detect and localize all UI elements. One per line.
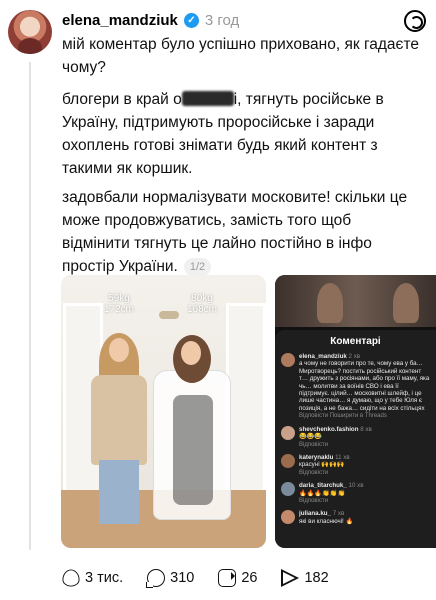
comment-item: daria_titarchuk_ 10 хв 🔥🔥🔥👏👏👏 Відповісти [281, 482, 430, 505]
comment-icon [146, 569, 166, 588]
comments-title: Коментарі [330, 336, 381, 347]
thread-post: elena_mandziuk ✓ 3 год мій коментар було… [0, 0, 436, 600]
avatar[interactable] [8, 10, 52, 54]
like-count: 3 тис. [85, 570, 124, 586]
panel-photo-strip [275, 275, 436, 327]
verified-icon: ✓ [183, 12, 199, 28]
overlay-label-left: 59kg 172cm [104, 293, 135, 315]
repost-count: 26 [241, 570, 258, 586]
comment-button[interactable]: 310 [146, 569, 195, 588]
post-text-paragraph-1: мій коментар було успішно приховано, як … [62, 36, 419, 76]
overlay-label-right: 80kg 168cm [187, 293, 218, 315]
avatar [281, 353, 295, 367]
ceiling-lamp [159, 311, 179, 319]
post-text-paragraph-2: блогери в край о і, тягнуть російське в У… [62, 91, 384, 177]
repost-icon [218, 569, 237, 587]
page-indicator: 1/2 [183, 258, 212, 276]
door [226, 303, 266, 513]
post-text-paragraph-3: задовбали нормалізувати московите! скіль… [62, 189, 408, 276]
post-header: elena_mandziuk ✓ 3 год [62, 9, 239, 31]
username[interactable]: elena_mandziuk [62, 12, 178, 29]
repost-button[interactable]: 26 [218, 569, 257, 587]
threads-logo-icon [404, 10, 426, 32]
thread-line [29, 62, 31, 550]
comment-item: elena_mandziuk 2 хв а чому не говорити п… [281, 353, 430, 421]
send-icon [281, 569, 300, 587]
censored-word [181, 91, 234, 106]
media-image-2[interactable]: Коментарі elena_mandziuk 2 хв а чому не … [275, 275, 436, 548]
heart-icon [62, 569, 80, 587]
comments-sheet: Коментарі elena_mandziuk 2 хв а чому не … [275, 330, 436, 548]
avatar [281, 482, 295, 497]
avatar [281, 510, 295, 525]
share-button[interactable]: 182 [281, 569, 329, 587]
comment-item: juliana.ku_ 7 хв які ви класнючі! 🔥 [281, 510, 430, 525]
timestamp: 3 год [204, 11, 240, 29]
comment-count: 310 [170, 570, 195, 586]
comment-item: katerynaklu 11 хв красуні 🙌🙌🙌 Відповісти [281, 454, 430, 477]
avatar [281, 454, 295, 469]
action-bar: 3 тис. 310 26 182 [62, 567, 329, 589]
avatar [281, 425, 295, 440]
share-count: 182 [304, 570, 329, 586]
media-image-1[interactable]: 59kg 172cm 80kg 168cm [61, 275, 266, 548]
like-button[interactable]: 3 тис. [62, 569, 123, 587]
comment-item: shevchenko.fashion 8 хв 😂😂😂 Відповісти [281, 425, 430, 449]
